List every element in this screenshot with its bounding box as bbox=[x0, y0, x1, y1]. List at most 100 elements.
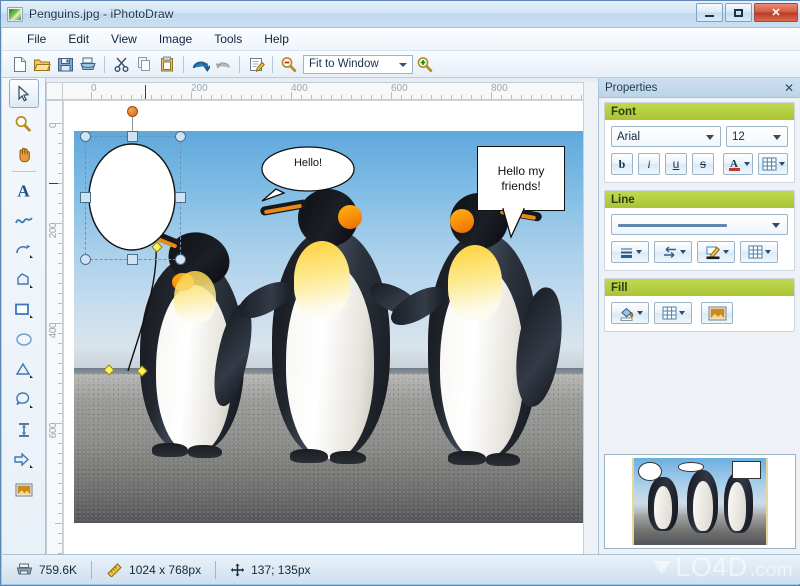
ruler-tick bbox=[481, 95, 482, 99]
app-icon bbox=[7, 7, 23, 22]
callout-tool[interactable] bbox=[9, 385, 39, 414]
font-color-button[interactable]: A bbox=[723, 153, 753, 175]
status-cursor-position: 137; 135px bbox=[216, 560, 324, 580]
font-more-button[interactable] bbox=[758, 153, 788, 175]
cut-button[interactable] bbox=[110, 53, 132, 75]
select-tool[interactable] bbox=[9, 79, 39, 108]
ruler-tick bbox=[561, 95, 562, 99]
zoom-level-combo[interactable]: Fit to Window bbox=[303, 55, 413, 74]
undo-button[interactable] bbox=[189, 53, 211, 75]
dimension-tool[interactable] bbox=[9, 415, 39, 444]
text-tool[interactable]: A bbox=[9, 175, 39, 204]
document-thumbnail[interactable] bbox=[604, 454, 796, 549]
minimize-button[interactable] bbox=[696, 3, 723, 22]
hello-friends-callout-shape[interactable]: Hello my friends! bbox=[477, 146, 565, 211]
menu-item-image[interactable]: Image bbox=[148, 29, 203, 49]
copy-button[interactable] bbox=[133, 53, 155, 75]
line-more-button[interactable] bbox=[740, 241, 778, 263]
ruler-tick bbox=[58, 213, 62, 214]
ruler-tick bbox=[58, 163, 62, 164]
menu-item-view[interactable]: View bbox=[100, 29, 148, 49]
line-arrow-button[interactable] bbox=[654, 241, 692, 263]
ruler-tick bbox=[58, 273, 62, 274]
pan-tool[interactable] bbox=[9, 139, 39, 168]
ruler-tick bbox=[501, 95, 502, 99]
status-dimensions-value: 1024 x 768px bbox=[129, 563, 201, 577]
ruler-h-label: 200 bbox=[191, 83, 208, 94]
paste-button[interactable] bbox=[156, 53, 178, 75]
menu-item-file[interactable]: File bbox=[16, 29, 57, 49]
chevron-down-icon bbox=[680, 250, 686, 254]
menu-item-tools[interactable]: Tools bbox=[203, 29, 253, 49]
new-file-button[interactable] bbox=[8, 53, 30, 75]
selection-handle[interactable] bbox=[127, 131, 138, 142]
ruler-tick bbox=[461, 95, 462, 99]
vertical-ruler: 0 200 400 600 bbox=[46, 100, 63, 556]
ruler-tick bbox=[191, 92, 192, 99]
polygon-tool[interactable] bbox=[9, 265, 39, 294]
ruler-tick bbox=[58, 253, 62, 254]
zoom-out-button[interactable] bbox=[278, 53, 300, 75]
maximize-button[interactable] bbox=[725, 3, 752, 22]
menu-item-help[interactable]: Help bbox=[253, 29, 300, 49]
bold-button[interactable]: b bbox=[611, 153, 633, 175]
ruler-tick bbox=[58, 493, 62, 494]
polyline-tool[interactable] bbox=[9, 235, 39, 264]
close-icon[interactable]: ✕ bbox=[784, 81, 794, 95]
ellipse-tool[interactable] bbox=[9, 325, 39, 354]
curve-tool[interactable] bbox=[9, 205, 39, 234]
zoom-tool[interactable] bbox=[9, 109, 39, 138]
open-folder-button[interactable] bbox=[31, 53, 53, 75]
ruler-tick bbox=[58, 133, 62, 134]
fill-image-button[interactable] bbox=[701, 302, 733, 324]
ruler-tick bbox=[58, 193, 62, 194]
line-width-button[interactable] bbox=[611, 241, 649, 263]
line-style-combo[interactable] bbox=[611, 214, 788, 235]
underline-button[interactable]: u bbox=[665, 153, 687, 175]
chevron-down-icon bbox=[399, 63, 407, 67]
fill-color-button[interactable] bbox=[611, 302, 649, 324]
font-family-combo[interactable]: Arial bbox=[611, 126, 721, 147]
selection-handle[interactable] bbox=[127, 254, 138, 265]
selection-handle[interactable] bbox=[80, 131, 91, 142]
redo-button[interactable] bbox=[212, 53, 234, 75]
selection-handle[interactable] bbox=[80, 192, 91, 203]
svg-text:A: A bbox=[17, 181, 30, 199]
vertical-scrollbar[interactable] bbox=[583, 82, 598, 556]
canvas-area[interactable]: 0 200 400 600 800 1 0 200 400 600 bbox=[46, 78, 598, 556]
fill-pattern-button[interactable] bbox=[654, 302, 692, 324]
hello-callout-shape[interactable] bbox=[260, 143, 380, 213]
insert-image-tool[interactable] bbox=[9, 475, 39, 504]
selection-handle[interactable] bbox=[80, 254, 91, 265]
ruler-tick bbox=[201, 95, 202, 99]
italic-button[interactable]: i bbox=[638, 153, 660, 175]
ruler-tick bbox=[58, 333, 62, 334]
ruler-h-cursor-marker bbox=[145, 85, 146, 99]
pencil-icon bbox=[705, 245, 721, 260]
edit-annotation-button[interactable] bbox=[245, 53, 267, 75]
zoom-in-button[interactable] bbox=[414, 53, 436, 75]
print-button[interactable] bbox=[77, 53, 99, 75]
menu-item-edit[interactable]: Edit bbox=[57, 29, 100, 49]
save-button[interactable] bbox=[54, 53, 76, 75]
grid-icon bbox=[662, 306, 677, 320]
ruler-tick bbox=[58, 353, 62, 354]
ruler-tick bbox=[58, 343, 62, 344]
font-size-combo[interactable]: 12 bbox=[726, 126, 788, 147]
close-button[interactable]: ✕ bbox=[754, 3, 798, 22]
selection-handle[interactable] bbox=[175, 192, 186, 203]
selection-handle[interactable] bbox=[175, 131, 186, 142]
rotation-handle[interactable] bbox=[127, 106, 138, 117]
arrow-tool[interactable] bbox=[9, 445, 39, 474]
line-color-button[interactable] bbox=[697, 241, 735, 263]
document-page[interactable]: Hello! Hello my friends! bbox=[63, 100, 598, 555]
properties-title: Properties bbox=[605, 82, 657, 94]
ruler-tick bbox=[58, 533, 62, 534]
strikethrough-button[interactable]: s bbox=[692, 153, 714, 175]
ruler-tick bbox=[381, 95, 382, 99]
ruler-tick bbox=[531, 95, 532, 99]
selection-handle[interactable] bbox=[175, 254, 186, 265]
ruler-tick bbox=[131, 95, 132, 99]
triangle-tool[interactable] bbox=[9, 355, 39, 384]
rectangle-tool[interactable] bbox=[9, 295, 39, 324]
